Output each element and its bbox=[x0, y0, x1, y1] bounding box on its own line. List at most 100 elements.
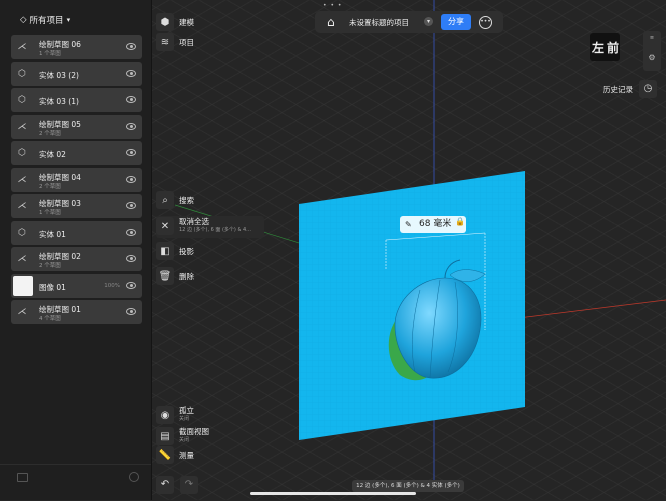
eye-icon[interactable] bbox=[126, 255, 136, 262]
list-item[interactable]: ⋌ 绘制草图 04 2 个草图 bbox=[11, 167, 142, 192]
chevron-down-icon[interactable]: ▾ bbox=[424, 17, 433, 26]
section-icon: ▤ bbox=[156, 427, 174, 445]
more-icon[interactable]: ••• bbox=[479, 16, 492, 29]
view-cube[interactable]: 左 前 bbox=[590, 33, 620, 61]
eye-icon[interactable] bbox=[126, 69, 136, 77]
search-tool[interactable]: ⌕ 搜索 bbox=[156, 191, 194, 209]
sketch-icon: ⋌ bbox=[17, 201, 27, 211]
sketch-icon: ⋌ bbox=[17, 254, 27, 264]
item-sub: 1 个草图 bbox=[39, 51, 61, 57]
folder-icon[interactable] bbox=[17, 473, 28, 482]
cube-icon: ⬡ bbox=[18, 227, 26, 238]
cube-icon: ⬡ bbox=[18, 148, 26, 158]
model-label: 建模 bbox=[179, 17, 194, 27]
deselect-tool[interactable]: ✕ 取消全选 12 边 (多个), 6 面 (多个) & 4... bbox=[156, 217, 251, 235]
projection-label: 投影 bbox=[179, 246, 194, 256]
isolate-tool[interactable]: ◉ 孤立 关闭 bbox=[156, 406, 194, 424]
measure-tool[interactable]: 📏 测量 bbox=[156, 446, 194, 464]
list-item[interactable]: 图像 01 100% bbox=[11, 273, 142, 298]
history-control[interactable]: 历史记录 ◷ bbox=[603, 80, 657, 98]
layers-icon: ≋ bbox=[156, 33, 174, 51]
history-label: 历史记录 bbox=[603, 84, 633, 94]
item-sub: 2 个草图 bbox=[39, 183, 61, 190]
eye-icon[interactable] bbox=[126, 149, 136, 156]
eye-icon[interactable] bbox=[126, 122, 136, 130]
delete-tool[interactable]: 🗑 删除 bbox=[156, 267, 194, 285]
model-icon: ⬢ bbox=[156, 13, 174, 31]
eye-icon[interactable] bbox=[126, 175, 136, 183]
project-shadow-tool[interactable]: ◧ 投影 bbox=[156, 242, 194, 260]
zoom-icon[interactable]: ≡ bbox=[643, 35, 661, 41]
item-sub: 2 个草图 bbox=[39, 130, 61, 137]
search-icon: ⌕ bbox=[156, 191, 174, 209]
section-label: 截面视图 关闭 bbox=[179, 427, 209, 443]
clock-icon: ◷ bbox=[639, 80, 657, 98]
eye-icon[interactable] bbox=[126, 281, 136, 289]
sketch-icon: ⋌ bbox=[17, 174, 27, 185]
isolate-label: 孤立 关闭 bbox=[179, 406, 194, 422]
list-item[interactable]: ⋌ 绘制草图 06 1 个草图 bbox=[11, 35, 142, 59]
remove-icon[interactable] bbox=[129, 472, 139, 482]
deselect-label: 取消全选 12 边 (多个), 6 面 (多个) & 4... bbox=[179, 217, 251, 233]
item-sub: 4 个草图 bbox=[39, 316, 61, 322]
sketch-icon: ⋌ bbox=[17, 307, 27, 317]
title-bar: ⌂ 未设置标题的项目 ▾ 分享 ••• bbox=[315, 11, 503, 33]
project-list: ⋌ 绘制草图 06 1 个草图 ⬡ 实体 03 (2) ⬡ 实体 03 (1) ⋌ 绘制草图 0… bbox=[11, 35, 142, 327]
list-item[interactable]: ⋌ 绘制草图 01 4 个草图 bbox=[11, 300, 142, 324]
list-item[interactable]: ⬡ 实体 02 bbox=[11, 141, 142, 165]
sidebar-title: 所有项目 bbox=[29, 16, 64, 26]
view-front-label: 前 bbox=[607, 41, 620, 55]
search-label: 搜索 bbox=[179, 195, 194, 205]
item-name: 实体 03 (2) bbox=[39, 70, 79, 80]
projection-icon: ◧ bbox=[156, 242, 174, 260]
project-tool[interactable]: ≋ 项目 bbox=[156, 33, 194, 51]
list-item[interactable]: ⋌ 绘制草图 05 2 个草图 bbox=[11, 114, 142, 139]
cube-icon: ⬡ bbox=[18, 68, 26, 79]
settings-icon[interactable]: ⚙ bbox=[643, 53, 661, 62]
trash-icon: 🗑 bbox=[156, 267, 174, 285]
delete-label: 删除 bbox=[179, 271, 194, 281]
eye-icon[interactable] bbox=[126, 43, 136, 50]
item-name: 实体 03 (1) bbox=[39, 97, 79, 106]
list-item[interactable]: ⋌ 绘制草图 03 1 个草图 bbox=[11, 194, 142, 218]
handle-dots[interactable]: • • • bbox=[323, 2, 342, 9]
view-left-label: 左 bbox=[592, 41, 605, 55]
measure-label: 测量 bbox=[179, 450, 194, 460]
sidebar: ◇ 所有项目 ▾ ⋌ 绘制草图 06 1 个草图 ⬡ 实体 03 (2) ⬡ 实体 03 (… bbox=[0, 0, 152, 500]
ruler-icon: 📏 bbox=[156, 446, 174, 464]
item-sub: 1 个草图 bbox=[39, 210, 61, 216]
view-controls[interactable]: ≡ ⚙ bbox=[643, 31, 661, 71]
dimension-value: 68 毫米 bbox=[419, 219, 452, 229]
selection-status: 12 边 (多个), 6 面 (多个) & 4 实体 (多个) bbox=[352, 480, 464, 492]
share-button[interactable]: 分享 bbox=[441, 14, 471, 30]
list-item[interactable]: ⬡ 实体 03 (2) bbox=[11, 61, 142, 86]
list-item[interactable]: ⋌ 绘制草图 02 2 个草图 bbox=[11, 247, 142, 271]
section-tool[interactable]: ▤ 截面视图 关闭 bbox=[156, 427, 209, 445]
chevron-down-icon: ▾ bbox=[66, 16, 71, 24]
eye-icon[interactable] bbox=[126, 96, 136, 103]
image-thumbnail bbox=[13, 275, 33, 296]
list-item[interactable]: ⬡ 实体 03 (1) bbox=[11, 88, 142, 112]
model-tool[interactable]: ⬢ 建模 bbox=[156, 13, 194, 31]
item-name: 实体 01 bbox=[39, 229, 66, 239]
item-name: 实体 02 bbox=[39, 150, 66, 159]
undo-button[interactable]: ↶ bbox=[156, 476, 174, 494]
project-title[interactable]: 未设置标题的项目 bbox=[349, 17, 409, 28]
home-icon[interactable]: ⌂ bbox=[327, 15, 335, 29]
eye-icon[interactable] bbox=[126, 202, 136, 209]
isolate-icon: ◉ bbox=[156, 406, 174, 424]
close-icon: ✕ bbox=[156, 217, 174, 235]
list-item[interactable]: ⬡ 实体 01 bbox=[11, 220, 142, 245]
sidebar-header[interactable]: ◇ 所有项目 ▾ bbox=[20, 14, 70, 26]
item-name: 图像 01 bbox=[39, 282, 66, 292]
home-indicator[interactable] bbox=[250, 492, 416, 495]
sketch-icon: ⋌ bbox=[17, 121, 27, 132]
sketch-icon: ⋌ bbox=[17, 42, 27, 52]
layers-icon: ◇ bbox=[20, 15, 27, 25]
project-label: 项目 bbox=[179, 37, 194, 47]
eye-icon[interactable] bbox=[126, 308, 136, 315]
eye-icon[interactable] bbox=[126, 228, 136, 236]
sidebar-footer bbox=[0, 464, 151, 501]
redo-button[interactable]: ↷ bbox=[180, 476, 198, 494]
lock-icon[interactable]: 🔒 bbox=[455, 217, 465, 226]
